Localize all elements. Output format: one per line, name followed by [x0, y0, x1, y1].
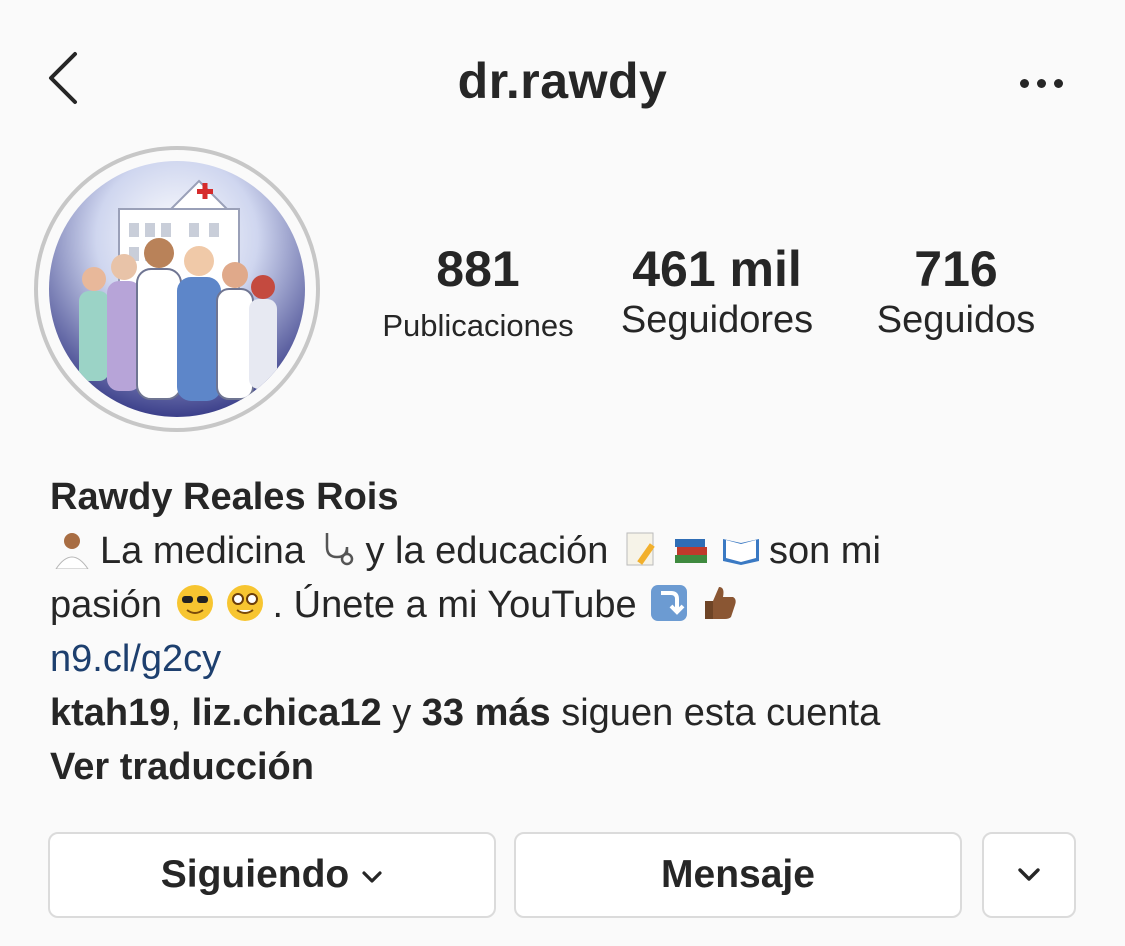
ellipsis-dot [1053, 78, 1063, 88]
display-name: Rawdy Reales Rois [50, 476, 399, 518]
chevron-down-icon [362, 871, 382, 883]
follower-user-1: ktah19 [50, 692, 171, 734]
sunglasses-face-emoji [175, 583, 221, 623]
profile-screen: dr.rawdy 881 Publicaciones 461 mil Segui… [0, 0, 1125, 946]
following-label: Seguidos [876, 299, 1036, 341]
ellipsis-dot [1036, 78, 1046, 88]
posts-value: 881 [436, 241, 520, 297]
see-translation-label: Ver traducción [50, 746, 314, 788]
followers-value: 461 mil [632, 241, 802, 297]
bio-section: Rawdy Reales Rois La medicina y la educa… [50, 470, 1090, 794]
bio-line-1: La medicina y la educación son mi [50, 524, 1090, 578]
posts-count[interactable]: 881 Publicaciones [362, 238, 594, 348]
followers-more: 33 más [421, 692, 551, 734]
followed-and: y [381, 692, 422, 734]
message-button[interactable]: Mensaje [514, 832, 962, 918]
more-options-button[interactable] [1010, 60, 1072, 106]
following-button[interactable]: Siguiendo [48, 832, 496, 918]
followed-by[interactable]: ktah19, liz.chica12 y 33 más siguen esta… [50, 686, 1090, 740]
ellipsis-icon [1019, 78, 1029, 88]
see-translation-link[interactable]: Ver traducción [50, 740, 1090, 794]
man-health-worker-emoji [52, 529, 98, 570]
memo-emoji [621, 529, 667, 569]
avatar[interactable] [34, 146, 320, 432]
bio-text-education: y la educación [365, 530, 609, 572]
bio-text-medicine: La medicina [100, 530, 305, 572]
page-title: dr.rawdy [457, 53, 668, 109]
bio-link[interactable]: n9.cl/g2cy [50, 632, 1090, 686]
books-emoji [671, 529, 717, 569]
thumbs-up-emoji [699, 583, 745, 623]
following-value: 716 [914, 241, 998, 297]
followers-count[interactable]: 461 mil Seguidores [604, 238, 830, 342]
avatar-image [49, 161, 305, 417]
following-button-label: Siguiendo [160, 853, 350, 896]
suggested-accounts-button[interactable] [982, 832, 1076, 918]
following-count[interactable]: 716 Seguidos [856, 238, 1056, 342]
bio-text-youtube: . Únete a mi YouTube [272, 584, 637, 626]
bio-line-2: pasión . Únete a mi YouTube [50, 578, 1090, 632]
followed-suffix: siguen esta cuenta [550, 692, 881, 734]
open-book-emoji [721, 529, 767, 569]
down-arrow-emoji [649, 583, 695, 623]
posts-label: Publicaciones [382, 308, 574, 343]
nerd-face-emoji [225, 583, 271, 623]
followers-label: Seguidores [620, 299, 814, 341]
followed-sep: , [170, 692, 192, 734]
chevron-down-icon [1018, 868, 1040, 881]
stethoscope-emoji [317, 529, 363, 569]
follower-user-2: liz.chica12 [191, 692, 382, 734]
bio-text-pasion: pasión [50, 584, 162, 626]
message-button-label: Mensaje [661, 853, 815, 896]
bio-text-passion: son mi [768, 530, 881, 572]
